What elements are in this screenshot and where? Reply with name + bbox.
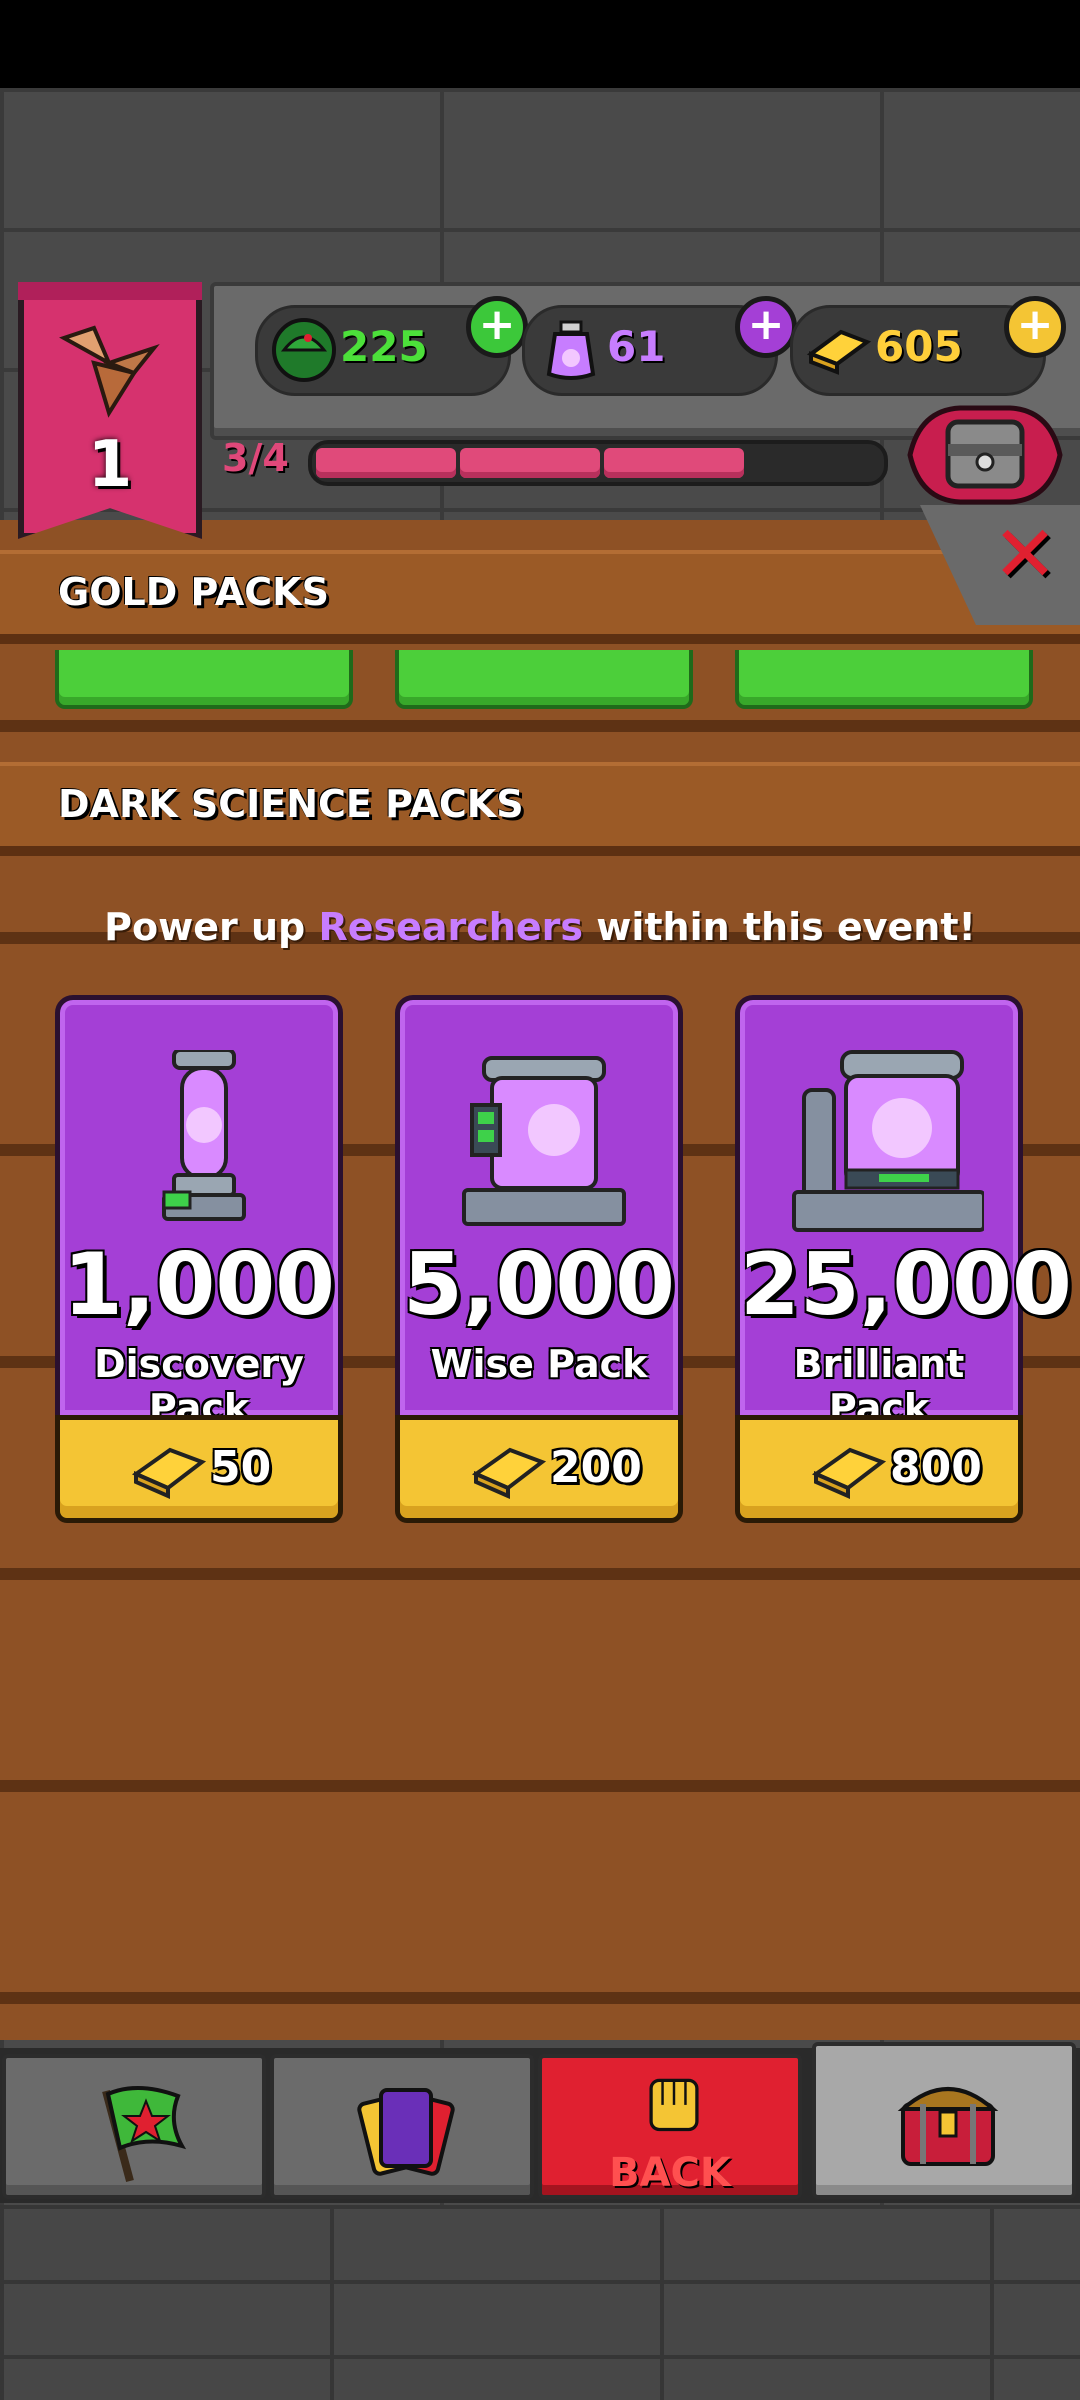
nav-tab-shop[interactable] — [812, 2042, 1076, 2199]
pack-price-button[interactable]: 800 — [735, 1415, 1023, 1523]
gold-packs-title: GOLD PACKS — [58, 570, 329, 614]
pack-price: 200 — [550, 1442, 642, 1493]
gold-bar-icon — [471, 1447, 547, 1500]
add-gold-button[interactable]: + — [1004, 296, 1066, 358]
soldier-helmet-icon — [272, 318, 336, 382]
pack-card-discovery[interactable]: 1,000 Discovery Pack 50 — [55, 995, 343, 1530]
progress-segment — [604, 448, 744, 478]
gold-bar-icon — [811, 1447, 887, 1500]
gold-pack-buy-button[interactable] — [735, 650, 1033, 709]
gold-pack-buy-button[interactable] — [55, 650, 353, 709]
fist-icon — [649, 2078, 699, 2132]
bottom-navigation: BACK — [0, 2042, 1080, 2203]
small-tube-icon — [162, 1050, 246, 1221]
gold-packs-header: GOLD PACKS — [0, 550, 1080, 644]
tagline-text-end: within this event! — [582, 905, 976, 949]
pack-amount: 1,000 — [62, 1235, 336, 1335]
pack-card-body: 1,000 Discovery Pack — [55, 995, 343, 1430]
flag-icon — [102, 2085, 187, 2183]
dark-science-packs-title: DARK SCIENCE PACKS — [58, 782, 524, 826]
gold-count: 605 — [875, 322, 963, 371]
nav-tab-cards[interactable] — [270, 2054, 534, 2199]
dark-science-count: 61 — [607, 322, 666, 371]
progress-segment — [316, 448, 456, 478]
back-label: BACK — [609, 2150, 731, 2196]
banner-rod — [18, 282, 202, 300]
gold-bar-icon — [131, 1447, 207, 1500]
dark-science-packs-header: DARK SCIENCE PACKS — [0, 762, 1080, 856]
rank-banner[interactable]: 1 — [18, 282, 202, 539]
pack-price: 50 — [210, 1442, 272, 1493]
pack-card-wise[interactable]: 5,000 Wise Pack 200 — [395, 995, 683, 1530]
pack-card-brilliant[interactable]: 25,000 Brilliant Pack 800 — [735, 995, 1072, 1530]
status-bar — [0, 0, 1080, 88]
pack-name: Wise Pack — [430, 1342, 648, 1386]
pack-amount: 5,000 — [402, 1235, 676, 1335]
cards-icon — [357, 2088, 455, 2176]
potion-jar-icon — [546, 320, 596, 380]
pack-amount: 25,000 — [740, 1235, 1072, 1335]
tagline: Power up Researchers within this event! — [0, 905, 1080, 949]
progress-segment — [460, 448, 600, 478]
add-dark-science-button[interactable]: + — [735, 296, 797, 358]
origami-bird-icon — [59, 325, 160, 418]
rank-number: 1 — [87, 428, 133, 502]
add-soldiers-button[interactable]: + — [466, 296, 528, 358]
medium-tank-icon — [462, 1056, 626, 1226]
pack-price-button[interactable]: 50 — [55, 1415, 343, 1523]
gold-pack-buy-button[interactable] — [395, 650, 693, 709]
pack-price: 800 — [890, 1442, 982, 1493]
back-button[interactable]: BACK — [538, 2054, 802, 2199]
reward-chest-icon[interactable] — [900, 400, 1070, 510]
stone-wall-footer — [0, 2205, 1080, 2400]
tagline-text: Power up — [104, 905, 319, 949]
nav-tab-campaign[interactable] — [2, 2054, 266, 2199]
rank-progress-bar — [308, 440, 888, 486]
tagline-highlight: Researchers — [318, 905, 583, 949]
rank-progress-label: 3/4 — [222, 436, 289, 480]
close-button[interactable]: ✕ — [985, 516, 1065, 594]
pack-card-body: 25,000 Brilliant Pack — [735, 995, 1072, 1430]
pack-price-button[interactable]: 200 — [395, 1415, 683, 1523]
gold-bar-icon — [806, 329, 872, 375]
treasure-chest-icon — [897, 2087, 999, 2166]
soldiers-count: 225 — [340, 322, 428, 371]
pack-card-body: 5,000 Wise Pack — [395, 995, 683, 1420]
large-reactor-icon — [792, 1050, 984, 1232]
